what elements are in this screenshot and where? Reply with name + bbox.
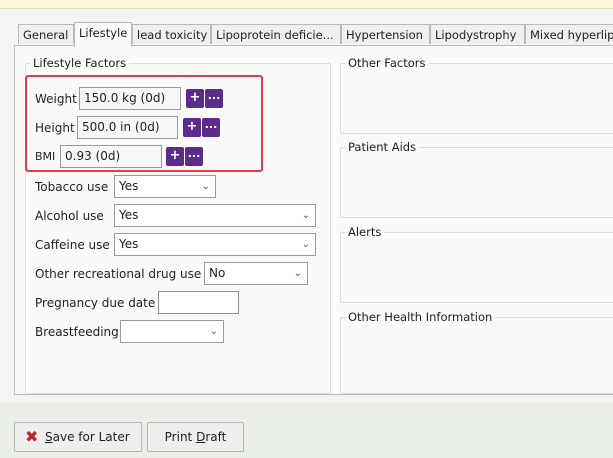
tab-lifestyle[interactable]: Lifestyle: [74, 22, 132, 47]
caffeine-use-select[interactable]: Yes ⌄: [114, 233, 316, 256]
caffeine-use-label: Caffeine use: [35, 238, 110, 252]
chevron-down-icon: ⌄: [201, 181, 210, 192]
tobacco-use-value: Yes: [119, 179, 139, 193]
save-label-rest: ave for Later: [52, 430, 130, 444]
chevron-down-icon: ⌄: [293, 268, 302, 279]
save-label-mnemonic: S: [45, 430, 53, 444]
alcohol-use-label: Alcohol use: [35, 209, 104, 223]
breastfeeding-label: Breastfeeding: [35, 325, 119, 339]
tobacco-use-select[interactable]: Yes ⌄: [114, 175, 216, 198]
alcohol-use-select[interactable]: Yes ⌄: [114, 204, 316, 227]
recreational-drug-use-value: No: [209, 266, 226, 280]
tab-bar: General Lifestyle lead toxicity Lipoprot…: [0, 22, 613, 47]
tab-mixed-hyperlipidemia[interactable]: Mixed hyperlip: [525, 24, 613, 44]
pregnancy-due-date-field[interactable]: [158, 291, 239, 314]
print-label-rest: raft: [205, 430, 227, 444]
tab-lipodystrophy[interactable]: Lipodystrophy: [430, 24, 525, 44]
other-factors-group: Other Factors: [340, 56, 613, 134]
print-draft-button[interactable]: Print Draft: [147, 422, 244, 452]
pregnancy-due-date-label: Pregnancy due date: [35, 296, 156, 310]
patient-aids-group: Patient Aids: [340, 140, 613, 218]
other-health-information-group: Other Health Information: [340, 310, 613, 394]
chevron-down-icon: ⌄: [301, 239, 310, 250]
red-x-icon: ✖: [25, 427, 39, 446]
highlight-box: [25, 75, 263, 172]
tab-lipoprotein-deficiency[interactable]: Lipoprotein deficie...: [211, 24, 341, 44]
chevron-down-icon: ⌄: [301, 210, 310, 221]
group-title: Other Factors: [345, 56, 429, 70]
caffeine-use-value: Yes: [119, 237, 139, 251]
recreational-drug-use-select[interactable]: No ⌄: [204, 262, 308, 285]
top-strip: [0, 0, 613, 9]
tab-general[interactable]: General: [18, 24, 74, 44]
recreational-drug-use-label: Other recreational drug use: [35, 267, 202, 281]
group-frame: [340, 232, 613, 303]
group-title: Other Health Information: [345, 310, 496, 324]
save-for-later-button[interactable]: ✖ Save for Later: [14, 422, 142, 452]
tab-lead-toxicity[interactable]: lead toxicity: [132, 24, 211, 44]
alcohol-use-value: Yes: [119, 208, 139, 222]
chevron-down-icon: ⌄: [209, 326, 218, 337]
footer-bar: ✖ Save for Later Print Draft: [0, 403, 613, 458]
group-frame: [340, 317, 613, 394]
print-label-mnemonic: D: [196, 430, 206, 444]
tobacco-use-label: Tobacco use: [35, 180, 109, 194]
group-title: Lifestyle Factors: [30, 56, 130, 70]
print-label-prefix: Print: [164, 430, 197, 444]
breastfeeding-select[interactable]: ⌄: [120, 320, 224, 343]
group-title: Alerts: [345, 225, 385, 239]
group-frame: [340, 147, 613, 218]
group-frame: [340, 63, 613, 134]
alerts-group: Alerts: [340, 225, 613, 303]
tab-hypertension[interactable]: Hypertension: [341, 24, 430, 44]
group-title: Patient Aids: [345, 140, 420, 154]
